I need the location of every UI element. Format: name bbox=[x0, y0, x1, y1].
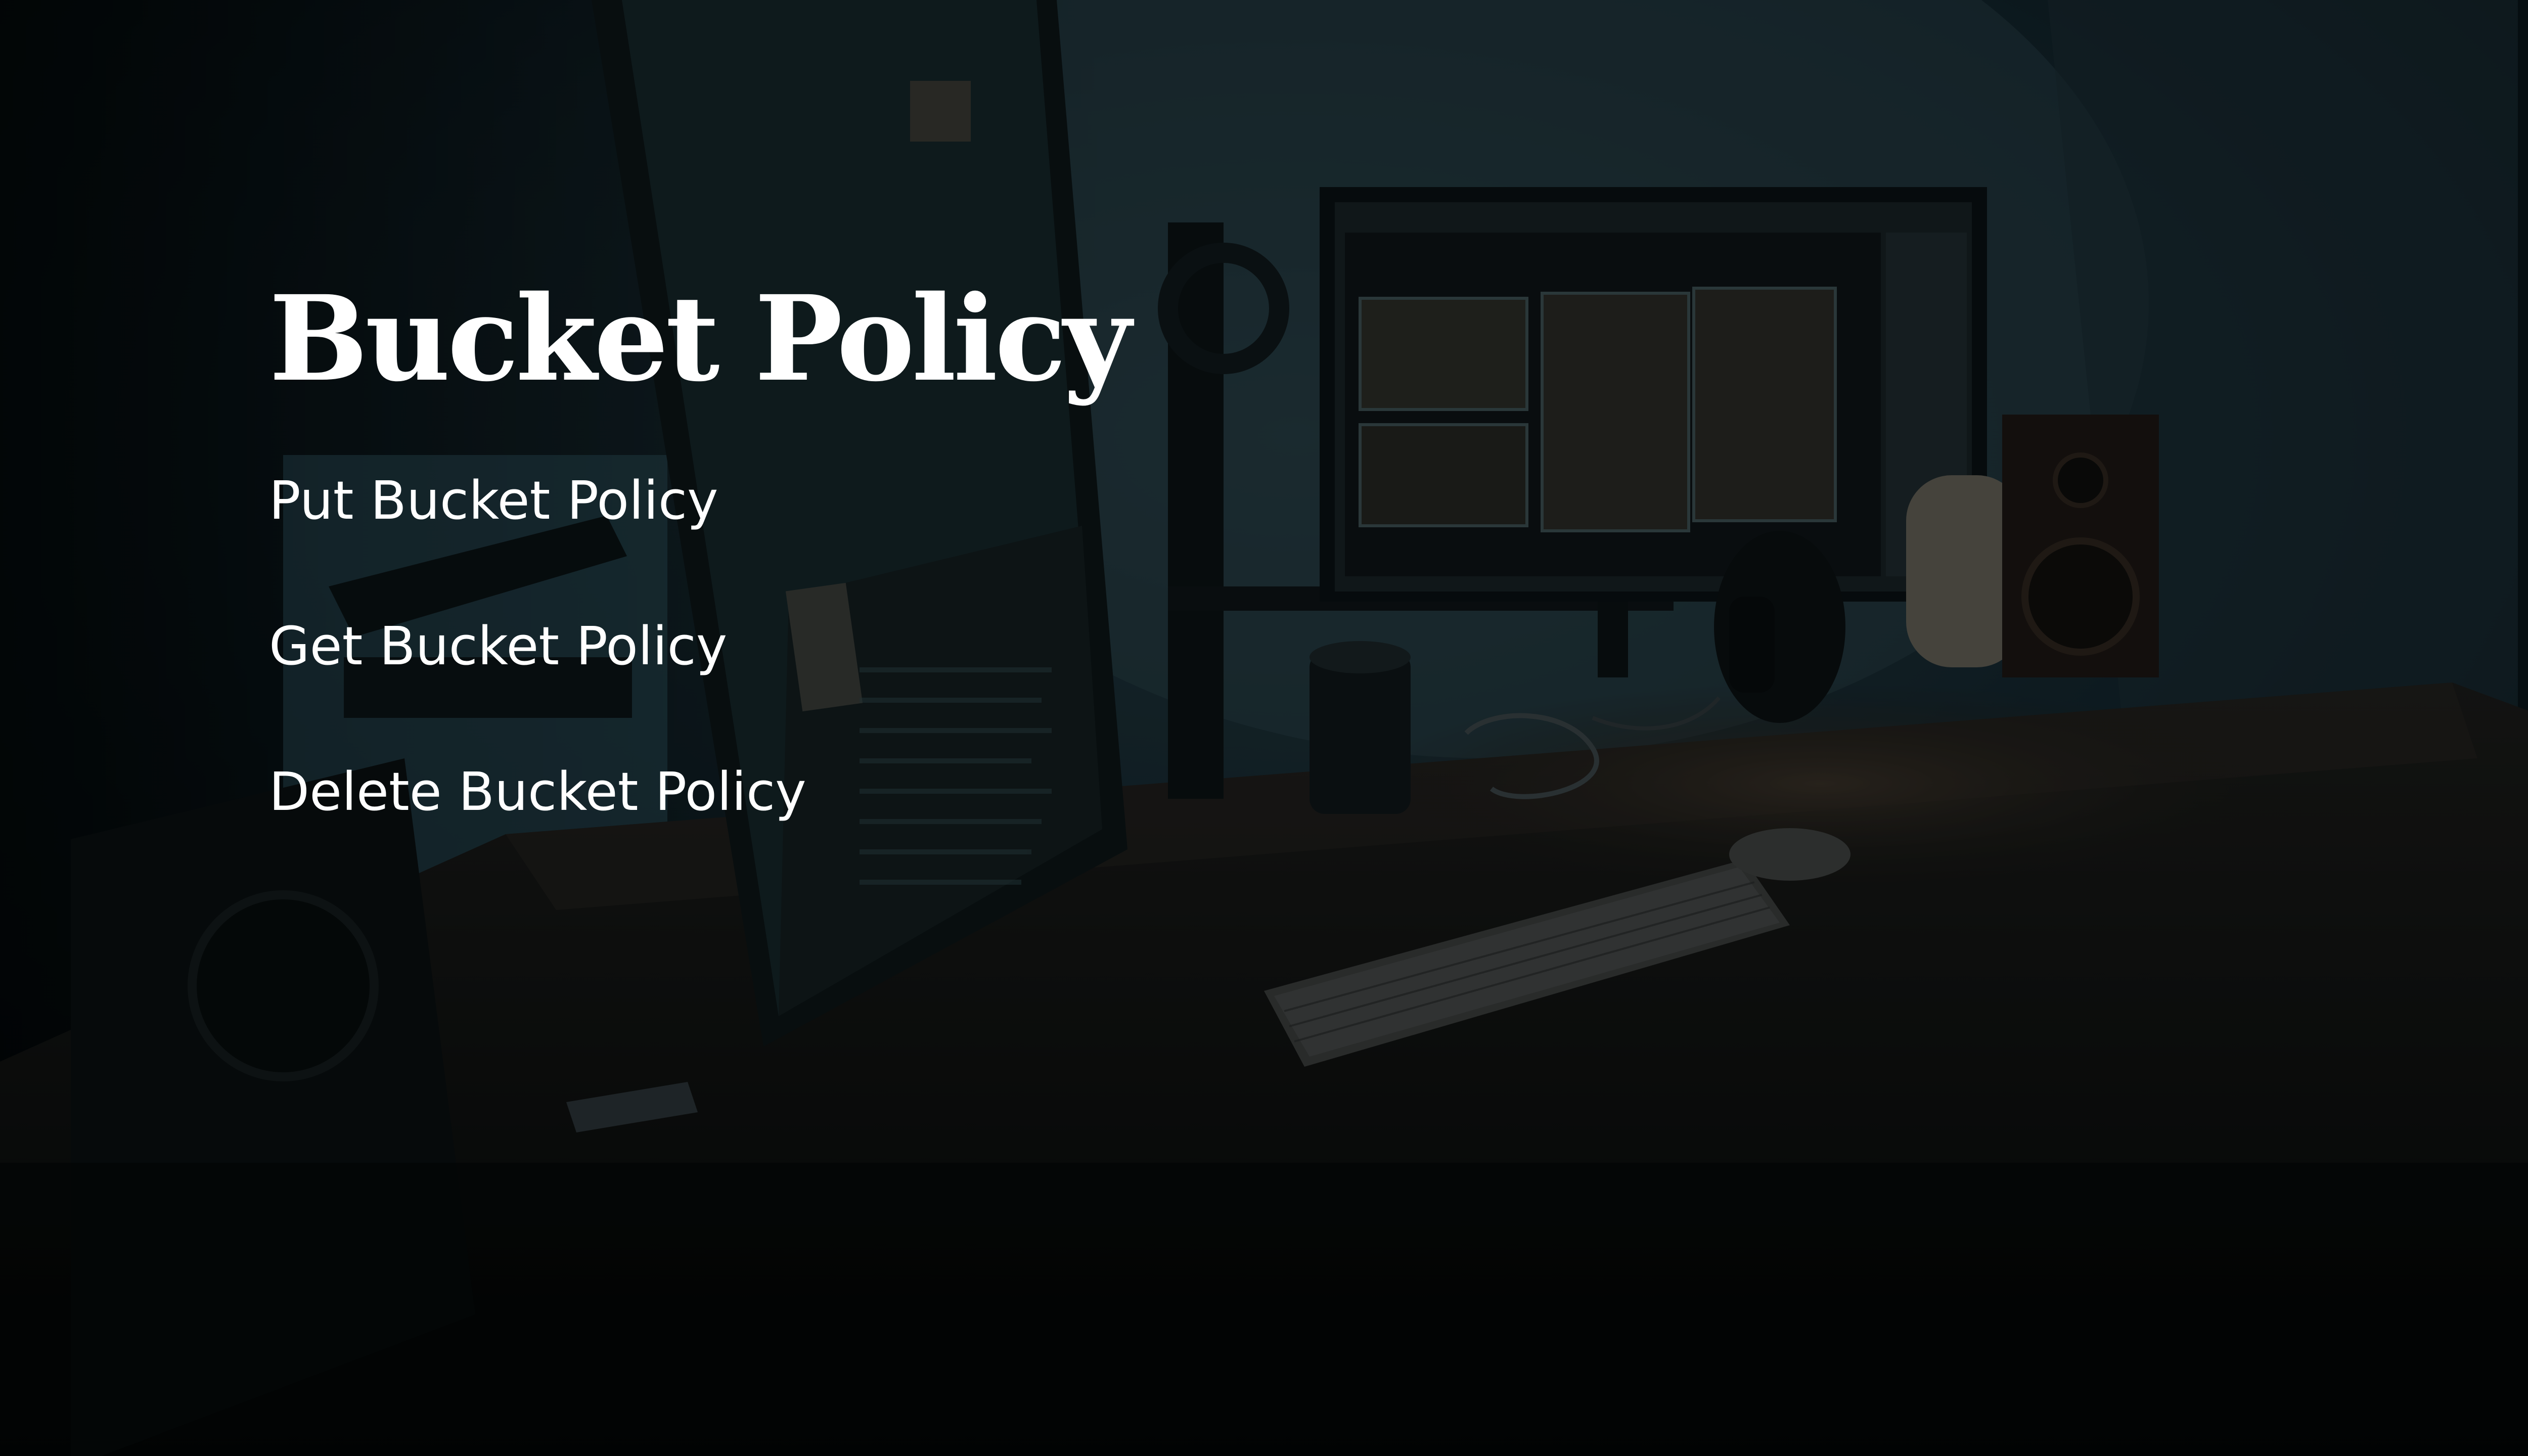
get-bucket-policy-link[interactable]: Get Bucket Policy bbox=[269, 616, 727, 676]
list-item: Get Bucket Policy bbox=[269, 616, 1482, 676]
list-item: Put Bucket Policy bbox=[269, 470, 1482, 531]
delete-bucket-policy-link[interactable]: Delete Bucket Policy bbox=[269, 761, 806, 822]
slide-content: Bucket Policy Put Bucket Policy Get Buck… bbox=[269, 263, 1482, 822]
list-item: Delete Bucket Policy bbox=[269, 761, 1482, 822]
slide: Bucket Policy Put Bucket Policy Get Buck… bbox=[0, 0, 2528, 1456]
put-bucket-policy-link[interactable]: Put Bucket Policy bbox=[269, 470, 718, 531]
policy-link-list: Put Bucket Policy Get Bucket Policy Dele… bbox=[269, 470, 1482, 822]
page-title: Bucket Policy bbox=[269, 269, 1132, 407]
